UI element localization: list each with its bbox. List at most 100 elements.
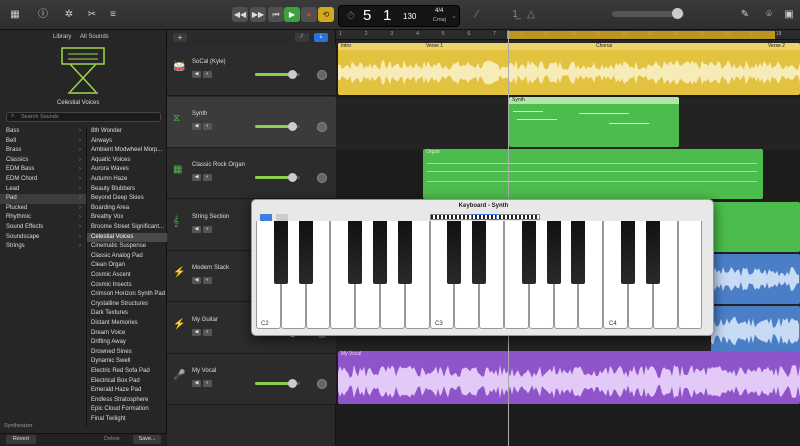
patch-item[interactable]: Crimson Horizon Synth Pad: [87, 290, 168, 300]
region-strings[interactable]: [711, 202, 800, 252]
category-item[interactable]: Soundscape ›: [0, 233, 86, 243]
notepad-icon[interactable]: ✎: [738, 8, 752, 22]
volume-slider[interactable]: [255, 121, 300, 131]
add-track-button[interactable]: +: [173, 33, 187, 42]
catch-playhead-button[interactable]: ⇣: [314, 33, 328, 42]
black-key[interactable]: [348, 221, 363, 284]
track-header[interactable]: ▦ Classic Rock Organ ◀ ◐: [167, 148, 336, 199]
mute-button[interactable]: ◀: [192, 328, 201, 336]
pan-knob[interactable]: [317, 70, 327, 80]
revert-button[interactable]: Revert: [6, 435, 36, 444]
patch-item[interactable]: Dark Textures: [87, 309, 168, 319]
patch-item[interactable]: Aurora Waves: [87, 165, 168, 175]
patch-item[interactable]: Airways: [87, 137, 168, 147]
forward-button[interactable]: ▶▶: [250, 7, 266, 22]
mute-button[interactable]: ◀: [192, 122, 201, 130]
patch-item[interactable]: Final Twilight: [87, 415, 168, 425]
library-filter-dropdown[interactable]: All Sounds: [80, 34, 109, 40]
patch-item[interactable]: Electric Red Sofa Pad: [87, 367, 168, 377]
patch-item[interactable]: Drifting Away: [87, 338, 168, 348]
lcd-display[interactable]: ⏱ 5 1 130 4/4 Cmaj ⌄: [338, 5, 460, 27]
black-key[interactable]: [521, 221, 536, 284]
patch-item[interactable]: Autumn Haze: [87, 175, 168, 185]
black-key[interactable]: [571, 221, 586, 284]
patch-item[interactable]: Clean Organ: [87, 261, 168, 271]
patch-item[interactable]: 8th Wonder: [87, 127, 168, 137]
save-button[interactable]: Save...: [133, 435, 161, 444]
region-modern-stack[interactable]: [711, 254, 800, 304]
patch-item[interactable]: Celestial Voices: [87, 232, 168, 243]
go-to-start-button[interactable]: ⏮: [268, 7, 284, 22]
media-browser-icon[interactable]: ▣: [782, 8, 796, 22]
black-key[interactable]: [472, 221, 487, 284]
black-key[interactable]: [373, 221, 387, 284]
mute-button[interactable]: ◀: [192, 71, 201, 78]
solo-button[interactable]: ◐: [203, 277, 212, 284]
volume-knob[interactable]: [288, 379, 297, 388]
volume-knob[interactable]: [288, 121, 297, 131]
patch-item[interactable]: Distant Memories: [87, 319, 168, 329]
rewind-button[interactable]: ◀◀: [232, 7, 248, 22]
play-button[interactable]: ▶: [284, 7, 300, 22]
automation-button[interactable]: ⁄: [295, 33, 309, 42]
track-header[interactable]: 🥁 SoCal (Kyle) ◀ ◐: [167, 45, 336, 96]
volume-knob[interactable]: [288, 173, 297, 182]
delete-button[interactable]: Delete: [100, 435, 124, 444]
solo-button[interactable]: ◐: [203, 122, 212, 130]
patch-item[interactable]: Epic Cloud Formation: [87, 405, 168, 415]
patch-item[interactable]: Beauty Blubbers: [87, 185, 168, 195]
mute-button[interactable]: ◀: [192, 277, 201, 284]
volume-slider[interactable]: [255, 70, 300, 79]
patch-item[interactable]: Broome Street Significant...: [87, 223, 168, 233]
mute-button[interactable]: ◀: [192, 380, 201, 387]
patch-item[interactable]: Emerald Haze Pad: [87, 386, 168, 396]
black-key[interactable]: [298, 221, 313, 284]
volume-slider[interactable]: [255, 379, 300, 388]
black-key[interactable]: [621, 221, 635, 284]
patch-item[interactable]: Beyond Deep Skies: [87, 194, 168, 204]
category-item[interactable]: Pad ›: [0, 194, 86, 204]
patch-item[interactable]: Electrical Box Pad: [87, 377, 168, 387]
patch-item[interactable]: Dream Voice: [87, 329, 168, 339]
volume-slider[interactable]: [255, 173, 300, 182]
pan-knob[interactable]: [317, 173, 327, 183]
black-key[interactable]: [546, 221, 561, 284]
patch-item[interactable]: Crystalline Structures: [87, 300, 168, 310]
category-item[interactable]: Rhythmic ›: [0, 213, 86, 223]
help-icon[interactable]: ⓘ: [36, 8, 50, 22]
white-key[interactable]: [677, 221, 703, 329]
region-drummer[interactable]: Intro Verse 1 Chorus Verse 2: [338, 43, 800, 95]
category-item[interactable]: Brass ›: [0, 146, 86, 156]
count-in-icon[interactable]: 1̲: [508, 8, 522, 22]
pan-knob[interactable]: [317, 121, 327, 132]
patch-item[interactable]: Boarding Area: [87, 204, 168, 214]
smart-controls-icon[interactable]: ✲: [62, 8, 76, 22]
solo-button[interactable]: ◐: [203, 71, 212, 78]
patch-item[interactable]: Endless Stratosphere: [87, 396, 168, 406]
solo-button[interactable]: ◐: [203, 225, 212, 233]
solo-button[interactable]: ◐: [203, 328, 212, 336]
patch-item[interactable]: Drowned Sines: [87, 348, 168, 358]
master-volume-slider[interactable]: [612, 8, 684, 19]
master-volume-knob[interactable]: [672, 8, 683, 19]
patch-item[interactable]: Ambient Modwheel Morp...: [87, 146, 168, 156]
patch-item[interactable]: Dynamic Swell: [87, 357, 168, 367]
category-item[interactable]: Sound Effects ›: [0, 223, 86, 233]
category-item[interactable]: Plucked ›: [0, 204, 86, 214]
mute-button[interactable]: ◀: [192, 225, 201, 233]
black-key[interactable]: [645, 221, 660, 284]
editors-icon[interactable]: ✂: [85, 8, 99, 22]
library-icon[interactable]: ▦: [8, 8, 22, 22]
patch-item[interactable]: Classic Analog Pad: [87, 252, 168, 262]
region-my-guitar[interactable]: [711, 306, 800, 356]
search-sounds-field[interactable]: ⌕ Search Sounds: [6, 112, 161, 122]
region-synth[interactable]: Synth: [509, 97, 679, 147]
black-key[interactable]: [397, 221, 412, 284]
record-button[interactable]: ●: [301, 7, 317, 22]
category-item[interactable]: Classics ›: [0, 156, 86, 166]
region-organ[interactable]: Organ: [423, 149, 763, 199]
track-header[interactable]: 🎤 My Vocal ◀ ◐: [167, 354, 336, 405]
patch-item[interactable]: Cinematic Suspense: [87, 242, 168, 252]
metronome-toggle-icon[interactable]: △: [524, 8, 538, 22]
cycle-region[interactable]: [507, 31, 775, 39]
